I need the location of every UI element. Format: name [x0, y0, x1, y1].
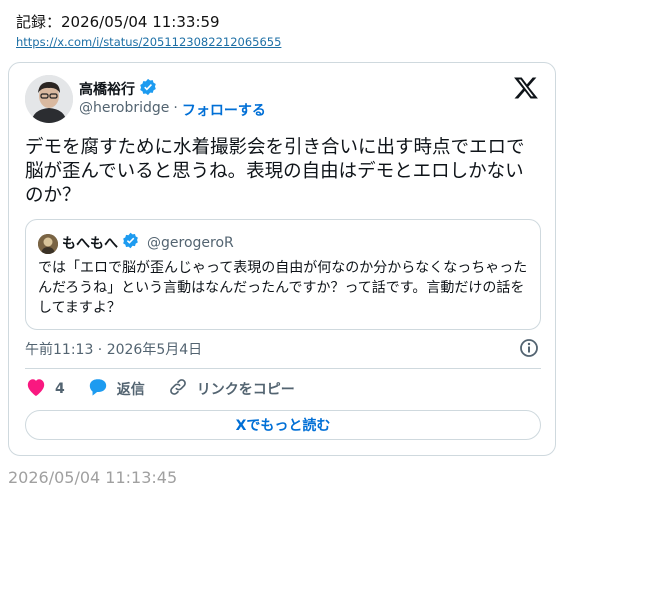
copy-link-button[interactable]: リンクをコピー	[167, 378, 295, 400]
info-icon[interactable]	[519, 338, 539, 358]
separator-dot: ·	[173, 100, 178, 116]
tweet-timestamp[interactable]: 午前11:13 · 2026年5月4日	[25, 339, 202, 359]
quoted-author-row: もへもへ @gerogeroR	[62, 232, 234, 253]
quoted-tweet[interactable]: もへもへ @gerogeroR では「エロで脳が歪んじゃって表現の自由が何なのか…	[25, 219, 541, 330]
author-handle-row: @herobridge · フォローする	[79, 100, 266, 120]
reply-bubble-icon	[87, 377, 109, 401]
tweet-url-link[interactable]: https://x.com/i/status/20511230822120656…	[16, 35, 281, 49]
reply-label: 返信	[116, 382, 145, 398]
quoted-tweet-text: では「エロで脳が歪んじゃって表現の自由が何なのか分からなくなっちゃったんだろうね…	[38, 260, 528, 316]
tweet-actions: 4 返信 リンクをコピー	[25, 378, 317, 400]
verified-badge-icon	[139, 78, 157, 100]
verified-badge-icon	[122, 232, 139, 253]
author-handle[interactable]: @herobridge	[79, 100, 169, 120]
link-icon	[167, 377, 189, 401]
tweet-text: デモを腐すために水着撮影会を引き合いに出す時点でエロで脳が歪んでいると思うね。表…	[25, 137, 525, 206]
quoted-author-avatar	[38, 234, 58, 254]
like-button[interactable]: 4	[25, 378, 65, 400]
embedded-tweet-card: 高橋裕行 @herobridge · フォローする デモを腐すために水着撮影会を…	[8, 62, 556, 456]
heart-icon	[25, 377, 47, 401]
record-timestamp: 記録：2026/05/04 11:33:59	[16, 13, 220, 31]
author-name[interactable]: 高橋裕行	[79, 79, 135, 99]
divider	[25, 368, 541, 369]
quoted-author-name: もへもへ	[62, 235, 118, 252]
quoted-author-handle: @gerogeroR	[147, 234, 234, 251]
x-logo-icon[interactable]	[513, 75, 539, 101]
reply-button[interactable]: 返信	[87, 378, 145, 400]
author-avatar[interactable]	[25, 75, 73, 123]
copy-link-label: リンクをコピー	[196, 382, 295, 398]
read-more-button[interactable]: Xでもっと読む	[25, 410, 541, 440]
captured-time: 2026/05/04 11:13:45	[8, 468, 178, 487]
like-count: 4	[55, 381, 65, 397]
author-name-row: 高橋裕行	[79, 78, 157, 100]
follow-button[interactable]: フォローする	[182, 100, 266, 120]
